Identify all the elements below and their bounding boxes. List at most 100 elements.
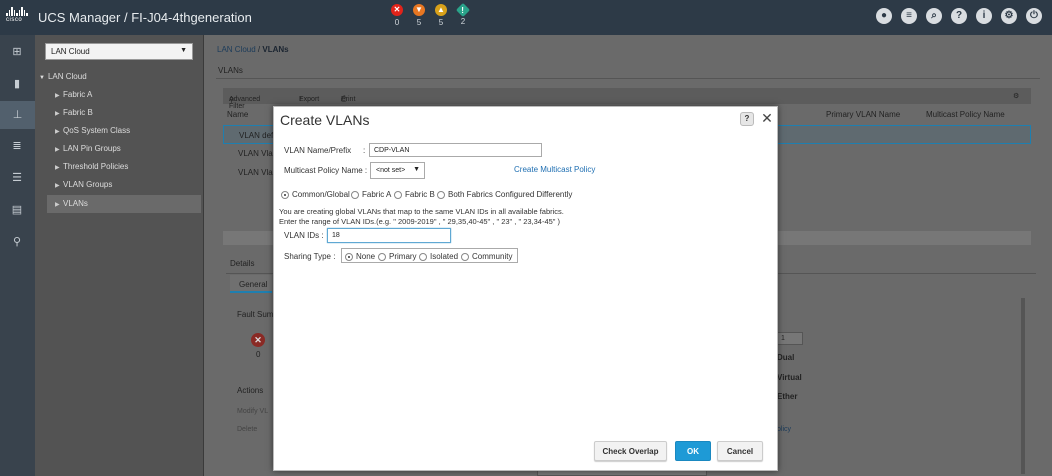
- multicast-policy-select[interactable]: <not set> ▼: [370, 162, 425, 179]
- vlan-ids-input[interactable]: [327, 228, 451, 243]
- vlan-name-input[interactable]: [369, 143, 542, 157]
- radio-sharing-isolated[interactable]: Isolated: [419, 252, 458, 261]
- storage-icon[interactable]: ▤: [10, 203, 24, 217]
- admin-icon[interactable]: ⚲: [10, 235, 24, 249]
- critical-fault-icon: ✕: [391, 4, 403, 16]
- sharing-type-label: Sharing Type :: [284, 252, 336, 261]
- tree-expanded-icon: ▼: [39, 75, 45, 81]
- chevron-right-icon: ▶: [55, 147, 60, 153]
- info-line-2: Enter the range of VLAN IDs.(e.g. " 2009…: [279, 217, 561, 226]
- servers-icon[interactable]: ▮: [10, 77, 24, 91]
- property-virtual: Virtual: [777, 373, 802, 382]
- vm-icon[interactable]: ☰: [10, 171, 24, 185]
- radio-fabric-a[interactable]: Fabric A: [351, 190, 391, 199]
- action-delete[interactable]: Delete: [237, 426, 257, 433]
- fault-warning[interactable]: ! 2: [455, 2, 471, 27]
- chevron-right-icon: ▶: [55, 93, 60, 99]
- details-vertical-scrollbar[interactable]: [1021, 298, 1025, 474]
- col-header-name[interactable]: Name: [227, 110, 248, 119]
- check-overlap-button[interactable]: Check Overlap: [594, 441, 667, 461]
- cancel-button[interactable]: Cancel: [717, 441, 763, 461]
- close-icon[interactable]: ✕: [760, 110, 774, 126]
- col-header-primary-vlan[interactable]: Primary VLAN Name: [826, 110, 900, 119]
- chevron-down-icon: ▼: [180, 47, 187, 54]
- property-value-field[interactable]: 1: [777, 332, 803, 345]
- details-title: Details: [230, 259, 255, 268]
- tree-item-label: Fabric A: [63, 90, 93, 99]
- action-modify-vlan[interactable]: Modify VL: [237, 408, 268, 415]
- chevron-right-icon: ▶: [55, 111, 60, 117]
- navigation-panel: LAN Cloud ▼ ▼ LAN Cloud ▶ Fabric A ▶ Fabric…: [35, 35, 204, 476]
- tree-item-lan-pin-groups[interactable]: ▶ LAN Pin Groups: [47, 140, 201, 158]
- tree-item-label: VLAN Groups: [63, 180, 113, 189]
- radio-both-fabrics[interactable]: Both Fabrics Configured Differently: [437, 190, 572, 199]
- tree-item-threshold-policies[interactable]: ▶ Threshold Policies: [47, 158, 201, 176]
- tree-item-fabric-a[interactable]: ▶ Fabric A: [47, 86, 201, 104]
- dialog-help-button[interactable]: ?: [740, 112, 754, 126]
- vlan-ids-label: VLAN IDs :: [284, 231, 324, 240]
- nav-category-value: LAN Cloud: [51, 47, 90, 56]
- breadcrumb-separator: /: [257, 45, 261, 54]
- table-settings-gear-icon[interactable]: ⚙: [1013, 92, 1019, 100]
- breadcrumb-link-lan-cloud[interactable]: LAN Cloud: [217, 45, 256, 54]
- breadcrumb: LAN Cloud / VLANs: [217, 45, 289, 54]
- radio-unselected-icon: [378, 252, 386, 261]
- breadcrumb-current: VLANs: [262, 45, 289, 54]
- gear-icon[interactable]: ⚙: [1001, 8, 1017, 24]
- dialog-title: Create VLANs: [280, 112, 370, 128]
- top-bar: cisco UCS Manager / FI-J04-4thgeneration…: [0, 0, 1052, 35]
- help-icon[interactable]: ?: [951, 8, 967, 24]
- radio-common-global[interactable]: Common/Global: [281, 190, 350, 199]
- chevron-down-icon: ▼: [413, 166, 420, 173]
- radio-fabric-b[interactable]: Fabric B: [394, 190, 435, 199]
- tree-item-qos-system-class[interactable]: ▶ QoS System Class: [47, 122, 201, 140]
- chevron-right-icon: ▶: [55, 129, 60, 135]
- create-multicast-policy-link[interactable]: Create Multicast Policy: [514, 165, 595, 174]
- minor-fault-count: 5: [438, 18, 444, 27]
- property-dual: Dual: [777, 353, 795, 362]
- table-toolbar: ⚲ Advanced Filter ↑ Export ⎙ Print ⚙: [223, 88, 1031, 110]
- san-icon[interactable]: ≣: [10, 139, 24, 153]
- fault-critical[interactable]: ✕ 0: [390, 4, 404, 27]
- radio-selected-icon: [281, 190, 289, 199]
- tree-root-lan-cloud[interactable]: ▼ LAN Cloud: [39, 72, 87, 81]
- top-right-icons: ● ≡ ⌕ ? i ⚙ ⏻: [876, 8, 1042, 24]
- radio-unselected-icon: [394, 190, 402, 199]
- radio-selected-icon: [345, 252, 353, 261]
- tree-item-label: VLANs: [63, 199, 88, 208]
- tree-item-vlan-groups[interactable]: ▶ VLAN Groups: [47, 176, 201, 194]
- tree-item-fabric-b[interactable]: ▶ Fabric B: [47, 104, 201, 122]
- search-icon[interactable]: ⌕: [926, 8, 942, 24]
- fault-minor[interactable]: ▲ 5: [434, 4, 448, 27]
- fault-major[interactable]: ▼ 5: [412, 4, 426, 27]
- warning-fault-count: 2: [460, 17, 466, 26]
- col-header-multicast-policy[interactable]: Multicast Policy Name: [926, 110, 1005, 119]
- row-name: VLAN Vlan: [238, 168, 278, 177]
- radio-sharing-primary[interactable]: Primary: [378, 252, 417, 261]
- critical-fault-count: 0: [394, 18, 400, 27]
- radio-sharing-community[interactable]: Community: [461, 252, 512, 261]
- lan-icon[interactable]: ⊥: [0, 101, 35, 129]
- tree-item-vlans[interactable]: ▶ VLANs: [47, 195, 201, 213]
- fault-summary-bar: ✕ 0 ▼ 5 ▲ 5 ! 2: [390, 2, 471, 27]
- cisco-logo: cisco: [6, 7, 30, 27]
- nav-category-select[interactable]: LAN Cloud ▼: [45, 43, 193, 60]
- menu-icon[interactable]: ≡: [901, 8, 917, 24]
- property-policy-link[interactable]: olicy: [777, 426, 791, 433]
- property-ether: Ether: [777, 392, 798, 401]
- tab-general[interactable]: General: [230, 275, 272, 293]
- ok-button[interactable]: OK: [675, 441, 711, 461]
- multicast-policy-label: Multicast Policy Name :: [284, 166, 368, 175]
- vlan-name-colon: :: [363, 146, 366, 155]
- radio-unselected-icon: [419, 252, 427, 261]
- tree-item-label: Threshold Policies: [63, 162, 129, 171]
- minor-fault-icon: ▲: [435, 4, 447, 16]
- pending-activities-icon[interactable]: ●: [876, 8, 892, 24]
- major-fault-count: 5: [416, 18, 422, 27]
- info-icon[interactable]: i: [976, 8, 992, 24]
- radio-sharing-none[interactable]: None: [345, 252, 375, 261]
- equipment-icon[interactable]: ⊞: [10, 45, 24, 59]
- logout-icon[interactable]: ⏻: [1026, 8, 1042, 24]
- info-line-1: You are creating global VLANs that map t…: [279, 207, 564, 216]
- app-title: UCS Manager / FI-J04-4thgeneration: [38, 10, 252, 25]
